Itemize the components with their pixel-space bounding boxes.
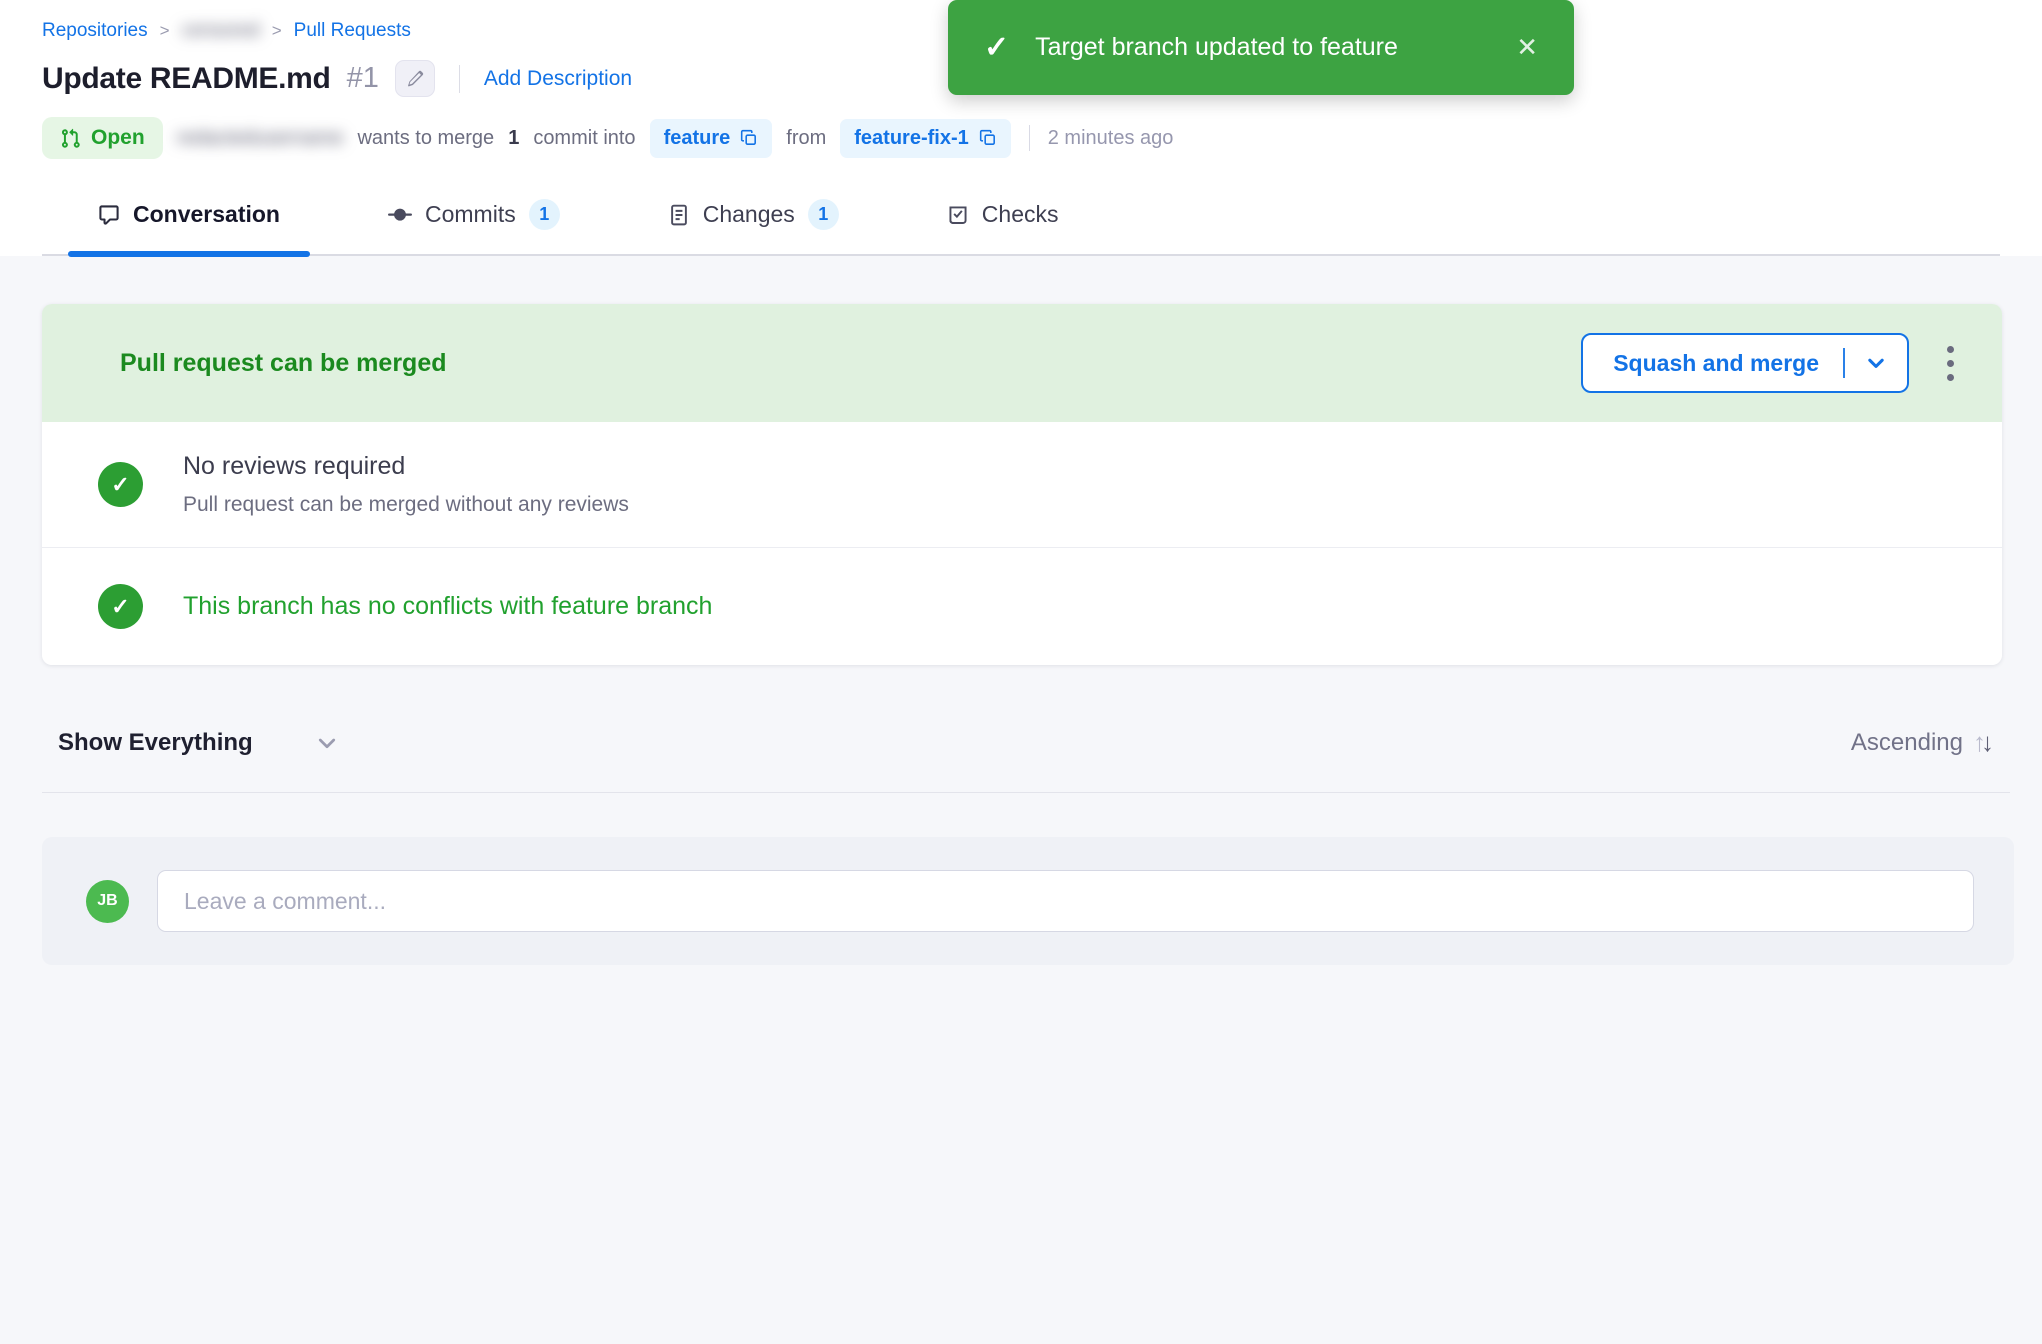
- pull-request-icon: [60, 128, 81, 149]
- sort-toggle[interactable]: Ascending ↑↓: [1851, 727, 1994, 758]
- toast-message: Target branch updated to feature: [1035, 33, 1490, 62]
- comment-box: JB: [42, 837, 2014, 965]
- pr-timestamp: 2 minutes ago: [1048, 127, 1174, 150]
- tab-label: Checks: [982, 201, 1059, 228]
- chevron-down-icon: [315, 731, 339, 755]
- pull-request-page: ✓ Target branch updated to feature ✕ Rep…: [0, 0, 2042, 1088]
- pr-meta-row: Open redactedusername wants to merge 1 c…: [42, 117, 2000, 159]
- commit-icon: [388, 203, 412, 227]
- source-branch-name: feature-fix-1: [854, 127, 968, 150]
- pr-state-label: Open: [91, 126, 145, 150]
- tab-badge: 1: [808, 199, 839, 230]
- merge-check-row-reviews: ✓ No reviews required Pull request can b…: [42, 422, 2002, 547]
- meta-text: commit into: [533, 127, 635, 150]
- toast-check-icon: ✓: [984, 30, 1009, 65]
- chevron-down-icon: [1865, 352, 1887, 374]
- tab-conversation[interactable]: Conversation: [68, 185, 310, 254]
- add-description-link[interactable]: Add Description: [484, 67, 632, 91]
- toast-close-icon[interactable]: ✕: [1516, 32, 1538, 63]
- pr-title: Update README.md: [42, 62, 331, 96]
- source-branch-chip[interactable]: feature-fix-1: [840, 119, 1010, 158]
- divider: [459, 65, 460, 93]
- check-title: No reviews required: [183, 452, 629, 481]
- breadcrumb-repositories[interactable]: Repositories: [42, 20, 148, 42]
- tab-label: Commits: [425, 201, 516, 228]
- tab-changes[interactable]: Changes 1: [638, 185, 869, 254]
- timeline-controls: Show Everything Ascending ↑↓: [42, 727, 2010, 758]
- commit-count: 1: [508, 127, 519, 150]
- tab-badge: 1: [529, 199, 560, 230]
- checks-icon: [947, 204, 969, 226]
- squash-and-merge-label: Squash and merge: [1583, 350, 1843, 377]
- comment-bubble-icon: [98, 204, 120, 226]
- pencil-icon: [406, 70, 424, 88]
- tab-label: Conversation: [133, 201, 280, 228]
- copy-icon[interactable]: [740, 129, 758, 147]
- tab-checks[interactable]: Checks: [917, 185, 1089, 254]
- edit-title-button[interactable]: [395, 60, 435, 97]
- more-options-kebab-icon[interactable]: [1939, 338, 1962, 389]
- merge-status-card: Pull request can be merged Squash and me…: [42, 304, 2002, 665]
- sort-arrows-icon: ↑↓: [1973, 727, 1994, 758]
- squash-and-merge-button[interactable]: Squash and merge: [1581, 333, 1909, 393]
- merge-banner: Pull request can be merged Squash and me…: [42, 304, 2002, 422]
- show-filter-dropdown[interactable]: Show Everything: [58, 729, 339, 757]
- breadcrumb-pull-requests[interactable]: Pull Requests: [294, 20, 411, 42]
- comment-input[interactable]: [157, 870, 1974, 932]
- breadcrumb-repo-redacted[interactable]: censored: [182, 20, 260, 42]
- divider: [1029, 125, 1030, 151]
- tab-commits[interactable]: Commits 1: [358, 185, 590, 254]
- breadcrumb-separator: >: [272, 21, 282, 41]
- divider: [1843, 348, 1845, 378]
- merge-options-dropdown[interactable]: [1845, 352, 1907, 374]
- pr-state-badge: Open: [42, 117, 163, 159]
- pr-tabbar: Conversation Commits 1 Changes 1: [42, 185, 2000, 256]
- pr-content: Pull request can be merged Squash and me…: [0, 256, 2042, 1344]
- divider: [42, 792, 2010, 793]
- pr-author-redacted: redactedusername: [177, 127, 344, 150]
- pr-number: #1: [347, 62, 379, 95]
- target-branch-name: feature: [664, 127, 731, 150]
- check-subtitle: Pull request can be merged without any r…: [183, 493, 629, 517]
- tab-label: Changes: [703, 201, 795, 228]
- success-check-icon: ✓: [98, 584, 143, 629]
- success-check-icon: ✓: [98, 462, 143, 507]
- copy-icon[interactable]: [979, 129, 997, 147]
- toast-notification: ✓ Target branch updated to feature ✕: [948, 0, 1574, 95]
- sort-label: Ascending: [1851, 729, 1963, 757]
- merge-banner-title: Pull request can be merged: [120, 349, 1581, 378]
- check-title: This branch has no conflicts with featur…: [183, 578, 712, 635]
- show-filter-label: Show Everything: [58, 729, 253, 757]
- meta-text: from: [786, 127, 826, 150]
- merge-check-row-conflicts: ✓ This branch has no conflicts with feat…: [42, 548, 2002, 665]
- avatar: JB: [86, 880, 129, 923]
- file-icon: [668, 204, 690, 226]
- target-branch-chip[interactable]: feature: [650, 119, 773, 158]
- breadcrumb-separator: >: [160, 21, 170, 41]
- meta-text: wants to merge: [357, 127, 494, 150]
